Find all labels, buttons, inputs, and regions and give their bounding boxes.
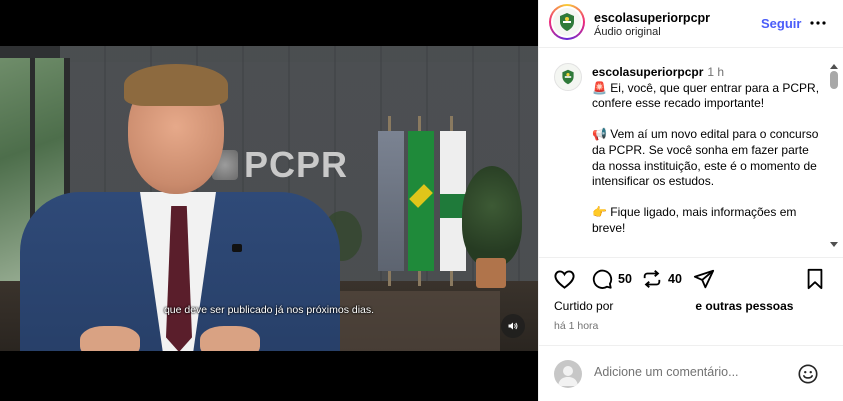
video-subtitle: que deve ser publicado já nos próximos d… [163,304,375,316]
media-pane: PCPR que deve ser publicado já nos próxi… [0,0,538,401]
default-user-icon [558,366,578,386]
presenter-hand-left [80,326,140,351]
caption-area: escolasuperiorpcpr 1 h 🚨 Ei, você, que qu… [539,55,831,250]
post-time[interactable]: há 1 hora [554,320,598,332]
comment-input[interactable] [594,365,784,379]
caption-time: 1 h [707,65,725,79]
likes-summary: Curtido por e outras pessoas [554,299,793,313]
emoji-icon[interactable] [797,363,819,385]
sound-toggle-button[interactable] [501,314,525,338]
caption-text: escolasuperiorpcpr 1 h 🚨 Ei, você, que qu… [592,65,824,250]
audio-label[interactable]: Áudio original [594,26,661,38]
like-button[interactable] [553,268,576,291]
video-player[interactable]: PCPR que deve ser publicado já nos próxi… [0,46,538,351]
action-bar: 50 40 [539,265,843,295]
save-button[interactable] [805,268,825,290]
scroll-up-arrow-icon[interactable] [830,64,838,69]
comment-count: 50 [618,272,632,286]
post-header: escolasuperiorpcpr Áudio original Seguir [539,0,843,48]
scroll-thumb[interactable] [830,71,838,89]
heart-icon [554,270,575,289]
lapel-mic [232,244,242,252]
bookmark-icon [807,268,823,290]
likes-prefix: Curtido por [554,299,614,313]
comment-composer [539,356,843,392]
presenter-hair [124,64,228,106]
caption-username[interactable]: escolasuperiorpcpr [592,65,703,79]
repost-icon [643,270,661,288]
video-plant [462,166,522,266]
speaker-icon [508,322,518,330]
comment-button[interactable]: 50 [591,268,632,290]
video-plant-pot [476,258,506,288]
author-username[interactable]: escolasuperiorpcpr [594,11,710,25]
share-button[interactable] [693,268,715,290]
caption-paragraph: 🚨 Ei, você, que quer entrar para a PCPR,… [592,80,820,111]
divider [539,257,843,258]
likes-suffix[interactable]: e outras pessoas [695,299,793,313]
flag-brazil [408,131,434,271]
more-dots-icon[interactable] [809,14,827,32]
current-user-avatar [554,360,582,388]
school-crest-icon [560,13,574,31]
scroll-down-arrow-icon[interactable] [830,242,838,247]
flag-parana [440,131,466,271]
follow-button[interactable]: Seguir [761,16,801,31]
comment-bubble-icon [592,269,613,289]
divider [539,345,843,346]
caption-avatar[interactable] [554,63,582,91]
send-icon [693,269,715,289]
flag-gray [378,131,404,271]
author-avatar[interactable] [549,4,585,40]
presenter-hand-right [200,326,260,351]
repost-button[interactable]: 40 [641,268,682,290]
caption-scrollbar[interactable] [829,64,839,250]
caption-paragraph: 👉 Fique ligado, mais informações em brev… [592,205,797,235]
repost-count: 40 [668,272,682,286]
post-panel: escolasuperiorpcpr Áudio original Seguir… [538,0,843,401]
caption-paragraph: 📢 Vem aí um novo edital para o concurso … [592,127,819,189]
school-crest-icon [562,69,574,85]
